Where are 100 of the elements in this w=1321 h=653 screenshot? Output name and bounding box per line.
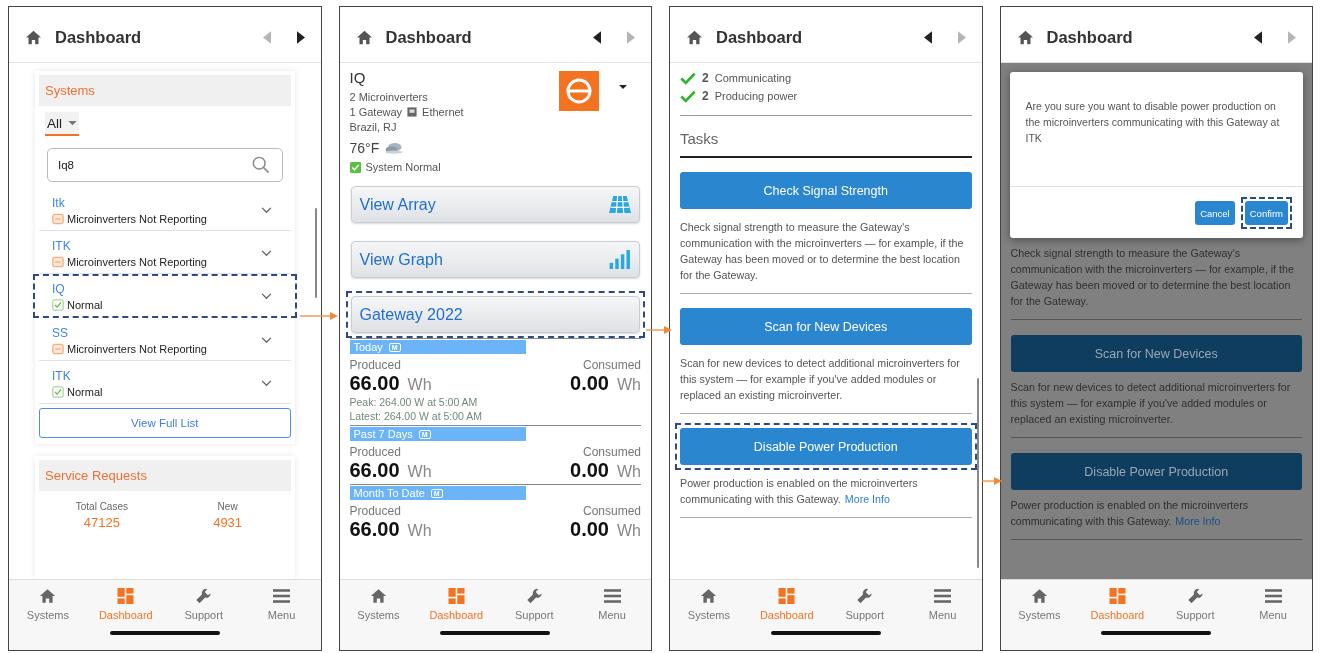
dialog-button[interactable]: Cancel: [1195, 201, 1235, 225]
page-title: Dashboard: [716, 28, 803, 47]
system-list-item[interactable]: IQ Normal: [33, 274, 297, 318]
microinverter-count: 2 Microinverters: [349, 91, 429, 103]
check-status-icon: [52, 386, 64, 398]
home-icon[interactable]: [25, 30, 42, 45]
task-button[interactable]: Scan for New Devices: [680, 308, 972, 345]
solar-panel-icon: [609, 195, 631, 214]
home-icon[interactable]: [355, 30, 373, 45]
task-button[interactable]: Disable Power Production: [680, 428, 972, 465]
tab-bar-item[interactable]: Dashboard: [417, 588, 496, 621]
chevron-down-icon[interactable]: [260, 293, 272, 300]
tab-bar-item[interactable]: Dashboard: [86, 588, 165, 621]
system-list-item[interactable]: ITK Microinverters Not Reporting: [38, 231, 292, 274]
chevron-down-icon[interactable]: [260, 380, 272, 387]
tab-bar-item[interactable]: Menu: [573, 588, 651, 621]
action-button[interactable]: View Graph: [350, 241, 640, 278]
system-list-item[interactable]: Itk Microinverters Not Reporting: [38, 188, 292, 231]
forward-arrow-icon[interactable]: [296, 31, 305, 44]
search-field[interactable]: Iq8: [47, 148, 283, 182]
ethernet-icon: [407, 107, 418, 117]
system-list-item[interactable]: ITK Normal: [38, 361, 292, 404]
dashboard-grid-icon: [117, 588, 135, 604]
task-button[interactable]: Disable Power Production: [1010, 453, 1302, 490]
consumed-value: 0.00: [570, 372, 609, 394]
check-label: Producing power: [714, 90, 798, 102]
system-name[interactable]: ITK: [52, 239, 207, 253]
tab-bar-item[interactable]: Menu: [903, 588, 982, 621]
stat-label: New: [217, 501, 238, 512]
tab-bar-item[interactable]: Menu: [242, 588, 321, 621]
produced-value: 66.00: [349, 518, 400, 540]
stat-value: 4931: [213, 515, 243, 530]
tab-bar-item[interactable]: Dashboard: [747, 588, 826, 621]
search-icon[interactable]: [251, 156, 270, 174]
dialog-button[interactable]: Confirm: [1244, 201, 1288, 225]
dashboard-grid-icon: [1108, 588, 1126, 604]
back-arrow-icon[interactable]: [923, 31, 932, 44]
location: Brazil, RJ: [349, 121, 398, 133]
gateway-count: 1 Gateway: [349, 106, 403, 118]
system-status: System Normal: [365, 161, 441, 173]
task-description: Scan for new devices to detect additional microinverters for this system — for example if you've added modules or replaced an existing microinverter.: [1010, 380, 1292, 427]
tab-bar-item[interactable]: Support: [495, 588, 574, 621]
tab-bar-item[interactable]: Support: [164, 588, 243, 621]
filter-dropdown[interactable]: All: [45, 112, 79, 136]
tab-bar-item[interactable]: Systems: [339, 588, 418, 621]
section-title: Tasks: [680, 116, 972, 158]
system-status: Normal: [67, 386, 103, 398]
unit: Wh: [617, 522, 641, 540]
tab-bar-item[interactable]: Systems: [670, 588, 748, 621]
check-label: Communicating: [714, 72, 792, 84]
dashboard-grid-icon: [447, 588, 465, 604]
tab-bar-item[interactable]: Menu: [1234, 588, 1312, 621]
caret-icon: [68, 121, 77, 126]
tab-bar-item[interactable]: Systems: [9, 588, 87, 621]
consumed-label: Consumed: [582, 358, 641, 372]
task-description: Power production is enabled on the microinverters communicating with this Gateway. More Info: [680, 476, 919, 507]
action-button[interactable]: View Array: [350, 186, 640, 223]
system-name: IQ: [349, 69, 367, 86]
task-description: Check signal strength to measure the Gateway's communication with the microinverters — for example, if the Gateway has been moved or to determine the best location for the Gateway.: [680, 220, 965, 283]
chevron-down-icon[interactable]: [260, 337, 272, 344]
back-arrow-icon[interactable]: [593, 31, 601, 44]
system-list-item[interactable]: SS Microinverters Not Reporting: [38, 318, 292, 361]
task-description: Scan for new devices to detect additional microinverters for this system — for example if you've added modules or replaced an existing microinverter.: [680, 356, 961, 403]
tab-bar-item[interactable]: Support: [825, 588, 904, 621]
stat-label: Total Cases: [75, 501, 128, 512]
menu-icon: [273, 588, 291, 604]
view-full-list-button[interactable]: View Full List: [39, 408, 291, 438]
caret-icon[interactable]: [619, 85, 627, 90]
checkmark-icon: [680, 71, 696, 85]
system-name[interactable]: ITK: [52, 369, 103, 383]
system-name[interactable]: SS: [52, 326, 207, 340]
system-name[interactable]: IQ: [52, 282, 103, 296]
more-info-link[interactable]: More Info: [844, 493, 890, 505]
dashboard-grid-icon: [778, 588, 796, 604]
task-button[interactable]: Scan for New Devices: [1010, 335, 1302, 372]
wrench-icon: [1186, 588, 1204, 604]
unit: Wh: [407, 522, 432, 540]
produced-value: 66.00: [349, 372, 400, 394]
warning-status-icon: [52, 213, 64, 225]
consumed-label: Consumed: [582, 504, 641, 518]
stat-value: 47125: [83, 515, 120, 530]
back-arrow-icon[interactable]: [1254, 31, 1262, 44]
tab-bar-item[interactable]: Systems: [1000, 588, 1079, 621]
cloud-icon: [384, 141, 405, 155]
home-icon[interactable]: [686, 30, 703, 45]
connector-arrow: [300, 311, 338, 321]
tab-bar-item[interactable]: Dashboard: [1078, 588, 1157, 621]
consumed-value: 0.00: [570, 459, 609, 481]
chevron-down-icon[interactable]: [260, 250, 272, 257]
action-button[interactable]: Gateway 2022: [350, 296, 640, 333]
task-button[interactable]: Check Signal Strength: [680, 172, 972, 209]
search-value: Iq8: [58, 159, 74, 171]
home-icon[interactable]: [1016, 30, 1034, 45]
logo-icon: [559, 71, 599, 111]
system-status: Microinverters Not Reporting: [67, 256, 207, 268]
tab-bar-item[interactable]: Support: [1156, 588, 1235, 621]
chevron-down-icon[interactable]: [260, 207, 272, 214]
produced-value: 66.00: [349, 459, 400, 481]
consumed-value: 0.00: [570, 518, 609, 540]
system-name[interactable]: Itk: [52, 196, 207, 210]
